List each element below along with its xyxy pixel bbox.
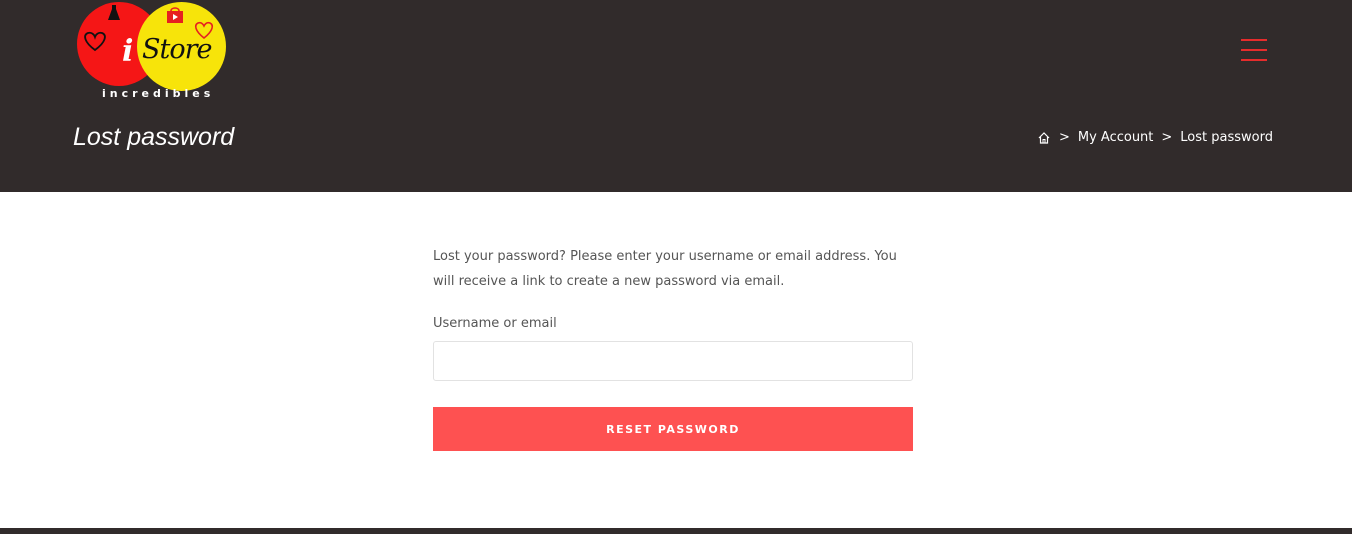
reset-password-button[interactable]: RESET PASSWORD [433,407,913,451]
site-header: i Store incredibles Lost password > My A… [0,0,1352,192]
menu-bar [1241,59,1267,61]
menu-bar [1241,39,1267,41]
site-footer [0,528,1352,534]
dress-icon [108,5,120,20]
site-logo[interactable]: i Store incredibles [72,0,232,104]
username-email-input[interactable] [433,341,913,381]
username-label: Username or email [433,316,557,331]
breadcrumb: > My Account > Lost password [1037,130,1273,145]
page-title: Lost password [73,123,235,151]
logo-letter: i [122,34,134,69]
breadcrumb-separator: > [1058,130,1070,145]
shopping-bag-icon [167,7,183,23]
lost-password-form: Lost your password? Please enter your us… [433,244,913,451]
logo-wordmark: Store [142,34,212,65]
form-intro: Lost your password? Please enter your us… [433,249,897,289]
breadcrumb-current: Lost password [1180,130,1273,145]
home-icon[interactable] [1037,131,1051,145]
menu-bar [1241,49,1267,51]
hamburger-menu-button[interactable] [1241,39,1267,61]
logo-tagline: incredibles [102,87,215,100]
breadcrumb-my-account[interactable]: My Account [1078,130,1154,145]
heart-icon [84,31,106,52]
breadcrumb-separator: > [1161,130,1173,145]
